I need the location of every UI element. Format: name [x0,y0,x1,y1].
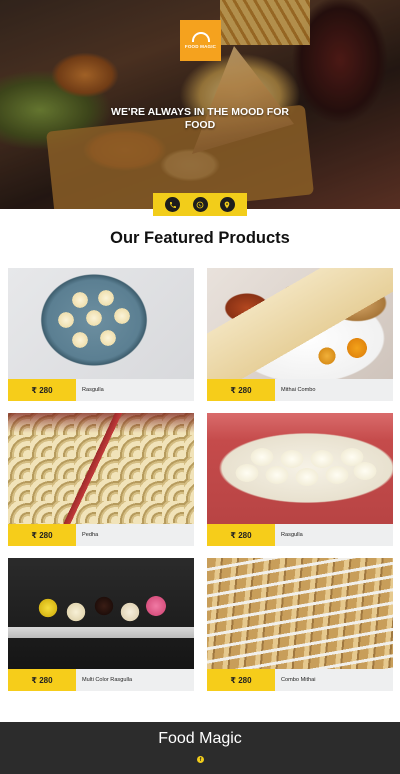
contact-bar [153,193,247,216]
product-price: ₹ 280 [207,524,275,546]
product-name[interactable]: Rasgulla [281,524,303,546]
product-image[interactable] [8,413,194,524]
product-price: ₹ 280 [207,669,275,691]
product-image[interactable] [207,268,393,379]
product-price: ₹ 280 [8,524,76,546]
product-price: ₹ 280 [8,669,76,691]
product-card[interactable]: ₹ 280 Combo Mithai [207,558,393,691]
brand-logo[interactable]: FOOD MAGIC [180,20,221,61]
product-card[interactable]: ₹ 280 Rasgulla [207,413,393,546]
product-price: ₹ 280 [207,379,275,401]
product-name[interactable]: Rasgulla [82,379,104,401]
facebook-icon[interactable]: f [197,756,204,763]
product-card[interactable]: ₹ 280 Mithai Combo [207,268,393,401]
footer-brand: Food Magic [158,730,242,747]
phone-icon[interactable] [165,197,181,212]
product-price: ₹ 280 [8,379,76,401]
footer: Food Magic f [0,722,400,774]
hero-tagline: WE'RE ALWAYS IN THE MOOD FOR FOOD [111,106,289,131]
product-image[interactable] [207,413,393,524]
product-image[interactable] [8,558,194,669]
product-card[interactable]: ₹ 280 Pedha [8,413,194,546]
whatsapp-icon[interactable] [192,197,208,212]
product-image[interactable] [8,268,194,379]
product-name[interactable]: Mithai Combo [281,379,316,401]
location-pin-icon[interactable] [219,197,235,212]
hero-banner: FOOD MAGIC WE'RE ALWAYS IN THE MOOD FOR … [0,0,400,209]
logo-mark-icon [191,32,210,42]
logo-text: FOOD MAGIC [184,44,217,49]
product-card[interactable]: ₹ 280 Rasgulla [8,268,194,401]
featured-products-title: Our Featured Products [110,229,290,247]
product-card[interactable]: ₹ 280 Multi Color Rasgulla [8,558,194,691]
product-name[interactable]: Pedha [82,524,98,546]
product-name[interactable]: Multi Color Rasgulla [82,669,132,691]
product-image[interactable] [207,558,393,669]
product-name[interactable]: Combo Mithai [281,669,316,691]
